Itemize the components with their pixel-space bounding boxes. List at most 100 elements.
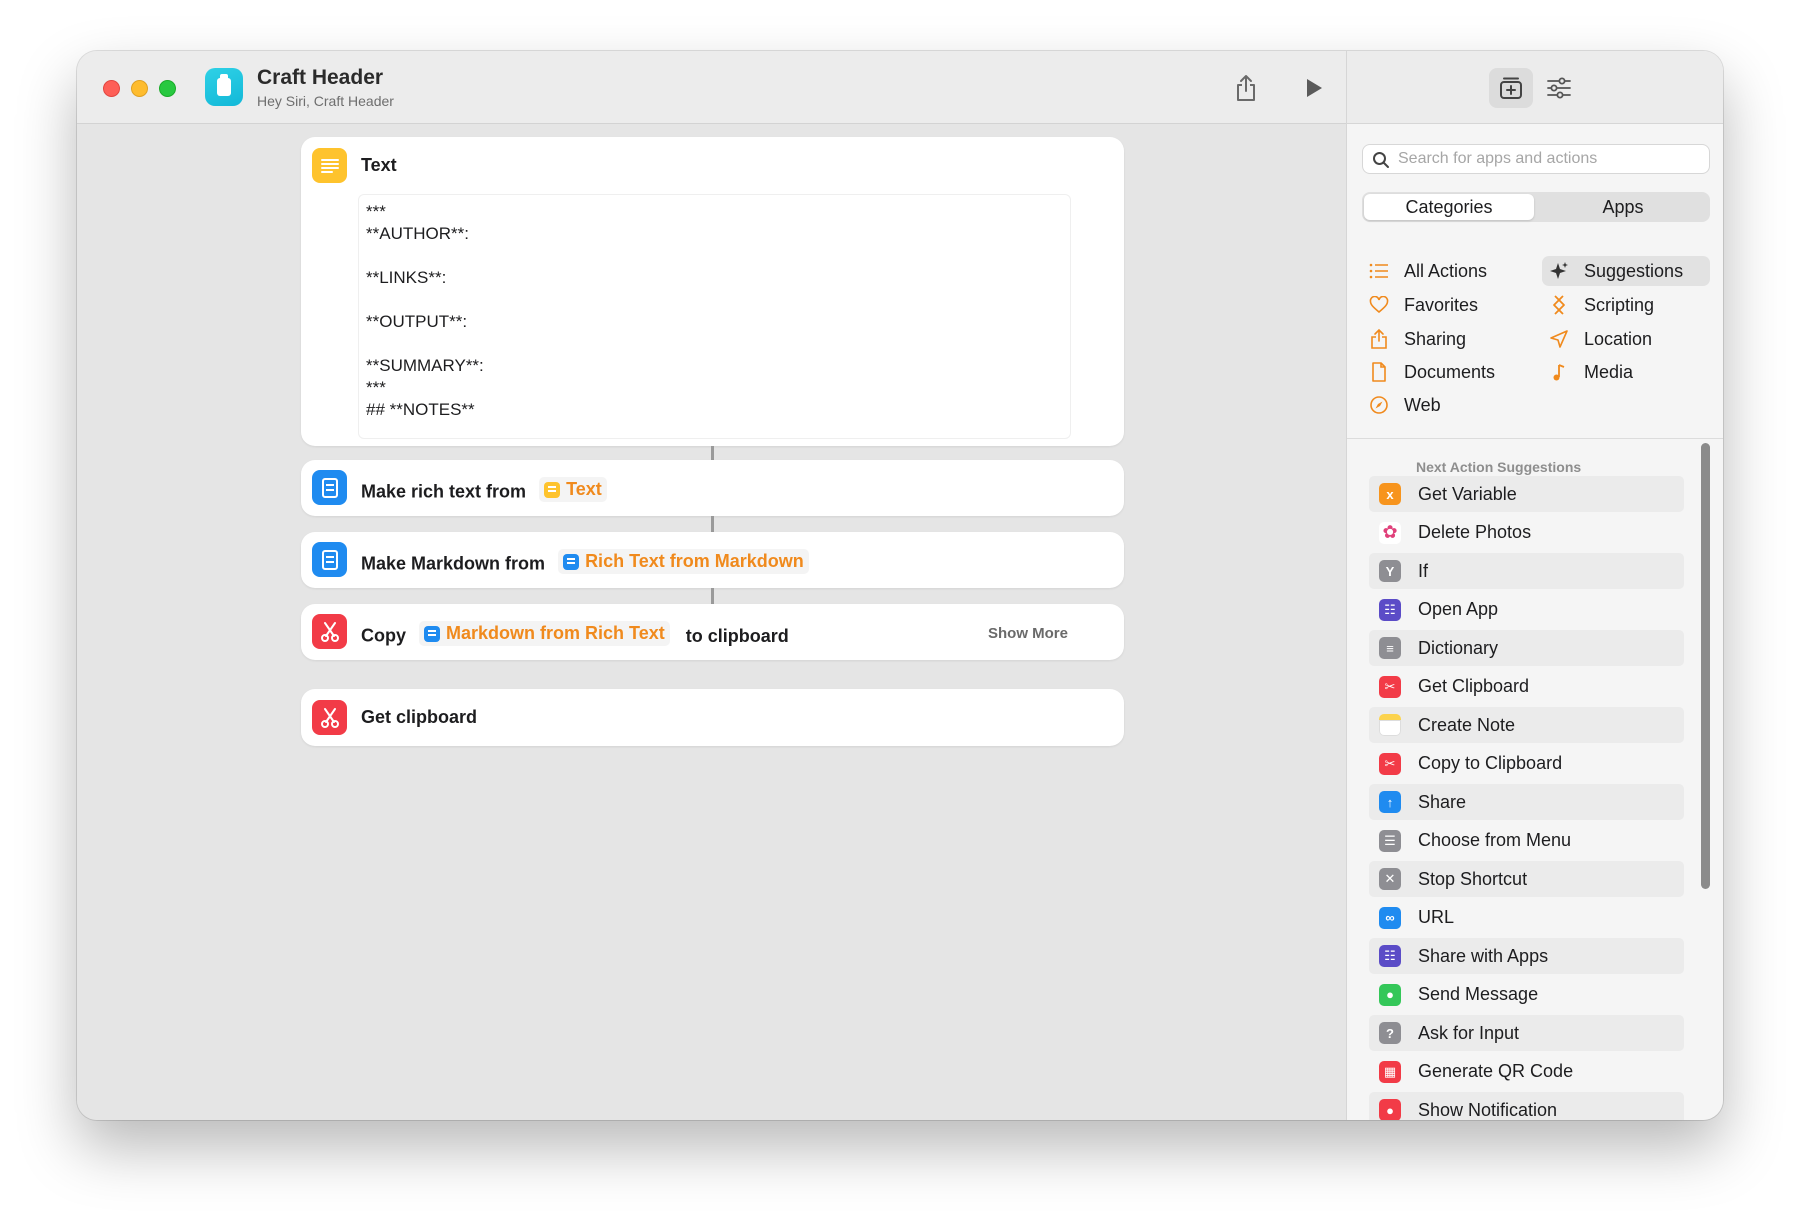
clipboard-scissors-icon: ✂: [1379, 675, 1401, 698]
suggestion-label: Get Clipboard: [1418, 676, 1530, 696]
markdown-variable-token[interactable]: Markdown from Rich Text: [419, 621, 670, 646]
suggestion-item[interactable]: ≡ Dictionary: [1369, 630, 1684, 666]
share-icon: [1237, 75, 1255, 101]
suggestion-label: Share: [1418, 791, 1467, 812]
category-favorites[interactable]: Favorites: [1362, 290, 1530, 320]
suggestion-item[interactable]: ● Send Message: [1369, 977, 1684, 1013]
suggestion-item[interactable]: ? Ask for Input: [1369, 1015, 1684, 1051]
suggestion-item[interactable]: ☷ Open App: [1369, 592, 1684, 628]
messages-icon: ●: [1379, 983, 1401, 1006]
rich-text-variable-icon: [563, 553, 580, 570]
titlebar: Craft Header Hey Siri, Craft Header: [77, 51, 1346, 124]
suggestion-label: Get Variable: [1418, 483, 1517, 504]
suggestion-item[interactable]: Create Note: [1369, 707, 1684, 743]
copy-to-clipboard-action-card[interactable]: Copy Markdown from Rich Text to clipboar…: [301, 604, 1124, 660]
library-segmented-control: Categories Apps: [1362, 192, 1710, 222]
category-sharing[interactable]: Sharing: [1362, 324, 1530, 354]
make-markdown-action-card[interactable]: Make Markdown from Rich Text from Markdo…: [301, 532, 1124, 588]
text-action-card[interactable]: Text *** **AUTHOR**: **LINKS**: **OUTPUT…: [301, 137, 1124, 446]
suggestion-label: Stop Shortcut: [1418, 868, 1528, 889]
suggestion-item[interactable]: Y If: [1369, 553, 1684, 589]
stop-x-icon: ✕: [1379, 868, 1401, 890]
suggestion-item[interactable]: ● Show Notification: [1369, 1092, 1684, 1120]
sliders-icon: [1547, 77, 1571, 99]
action-search-field[interactable]: [1362, 144, 1710, 174]
category-documents[interactable]: Documents: [1362, 357, 1530, 387]
window-subtitle: Hey Siri, Craft Header: [257, 93, 394, 109]
tab-categories[interactable]: Categories: [1364, 194, 1534, 220]
text-variable-token[interactable]: Text: [539, 477, 607, 502]
suggestions-scrollbar[interactable]: [1701, 443, 1710, 889]
show-more-button[interactable]: Show More: [988, 625, 1068, 642]
rich-text-action-label: Make rich text from Text: [361, 477, 610, 503]
tab-apps[interactable]: Apps: [1538, 194, 1708, 220]
copy-suffix: to clipboard: [685, 625, 789, 646]
suggestion-item[interactable]: ↑ Share: [1369, 784, 1684, 820]
action-library-panel: Categories Apps All Actions Suggestions …: [1346, 51, 1723, 1120]
document-icon: [1368, 361, 1390, 383]
category-scripting[interactable]: Scripting: [1542, 290, 1710, 320]
category-label: Sharing: [1404, 328, 1467, 349]
markdown-action-icon: [312, 542, 347, 577]
window-title[interactable]: Craft Header: [257, 66, 383, 90]
suggestion-item[interactable]: ✂ Get Clipboard: [1369, 669, 1684, 705]
compass-icon: [1368, 394, 1390, 416]
play-icon: [1307, 79, 1322, 97]
category-label: Media: [1584, 361, 1634, 382]
app-grid-icon: ☷: [1379, 598, 1401, 621]
suggestion-item[interactable]: ∞ URL: [1369, 900, 1684, 936]
minimize-window-button[interactable]: [131, 80, 148, 97]
share-button[interactable]: [1229, 71, 1263, 105]
rich-text-variable-token[interactable]: Rich Text from Markdown: [558, 549, 809, 574]
panel-toolbar: [1347, 51, 1723, 124]
zoom-window-button[interactable]: [159, 80, 176, 97]
menu-icon: ☰: [1379, 829, 1401, 852]
search-input[interactable]: [1398, 148, 1698, 170]
suggestion-item[interactable]: ✿ Delete Photos: [1369, 515, 1684, 551]
suggestion-label: Delete Photos: [1418, 522, 1532, 542]
suggestion-item[interactable]: ☷ Share with Apps: [1369, 938, 1684, 974]
library-add-icon: [1500, 77, 1522, 99]
close-window-button[interactable]: [103, 80, 120, 97]
category-web[interactable]: Web: [1362, 390, 1530, 420]
category-media[interactable]: Media: [1542, 357, 1710, 387]
dictionary-icon: ≡: [1379, 637, 1401, 659]
suggestion-item[interactable]: ▦ Generate QR Code: [1369, 1054, 1684, 1090]
category-location[interactable]: Location: [1542, 324, 1710, 354]
shortcut-details-button[interactable]: [1537, 68, 1581, 108]
get-clipboard-action-icon: [312, 700, 347, 735]
location-arrow-icon: [1548, 328, 1570, 350]
make-rich-text-action-card[interactable]: Make rich text from Text: [301, 460, 1124, 516]
copy-action-icon: [312, 614, 347, 649]
rich-text-action-icon: [312, 470, 347, 505]
suggestion-item[interactable]: ✂ Copy to Clipboard: [1369, 746, 1684, 782]
document-icon: [321, 549, 338, 570]
suggestions-list: x Get Variable ✿ Delete Photos Y If ☷ Open App ≡…: [1347, 439, 1723, 1120]
action-connector: [711, 588, 714, 604]
jar-icon: [217, 74, 231, 96]
get-clipboard-action-card[interactable]: Get clipboard: [301, 689, 1124, 746]
markdown-variable-icon: [424, 625, 441, 642]
share-icon: ↑: [1379, 791, 1401, 813]
suggestion-item[interactable]: x Get Variable: [1369, 476, 1684, 512]
copy-prefix: Copy: [361, 625, 406, 646]
text-action-title: Text: [361, 155, 397, 175]
markdown-action-label: Make Markdown from Rich Text from Markdo…: [361, 549, 812, 575]
app-grid-icon: ☷: [1379, 945, 1401, 967]
category-suggestions[interactable]: Suggestions: [1542, 256, 1710, 286]
category-label: Documents: [1404, 361, 1496, 382]
category-all-actions[interactable]: All Actions: [1362, 256, 1530, 286]
category-label: Favorites: [1404, 294, 1479, 315]
run-button[interactable]: [1297, 71, 1331, 105]
shortcut-icon[interactable]: [205, 68, 243, 106]
copy-action-label: Copy Markdown from Rich Text to clipboar…: [361, 621, 789, 647]
notes-icon: [1379, 714, 1401, 736]
markdown-variable-label: Markdown from Rich Text: [446, 623, 665, 643]
suggestion-item[interactable]: ☰ Choose from Menu: [1369, 823, 1684, 859]
suggestion-item[interactable]: ✕ Stop Shortcut: [1369, 861, 1684, 897]
scripting-icon: [1548, 294, 1570, 316]
suggestion-label: Dictionary: [1418, 637, 1499, 658]
text-action-body[interactable]: *** **AUTHOR**: **LINKS**: **OUTPUT**: *…: [358, 194, 1071, 439]
action-library-button[interactable]: [1489, 68, 1533, 108]
share-icon: [1368, 328, 1390, 350]
